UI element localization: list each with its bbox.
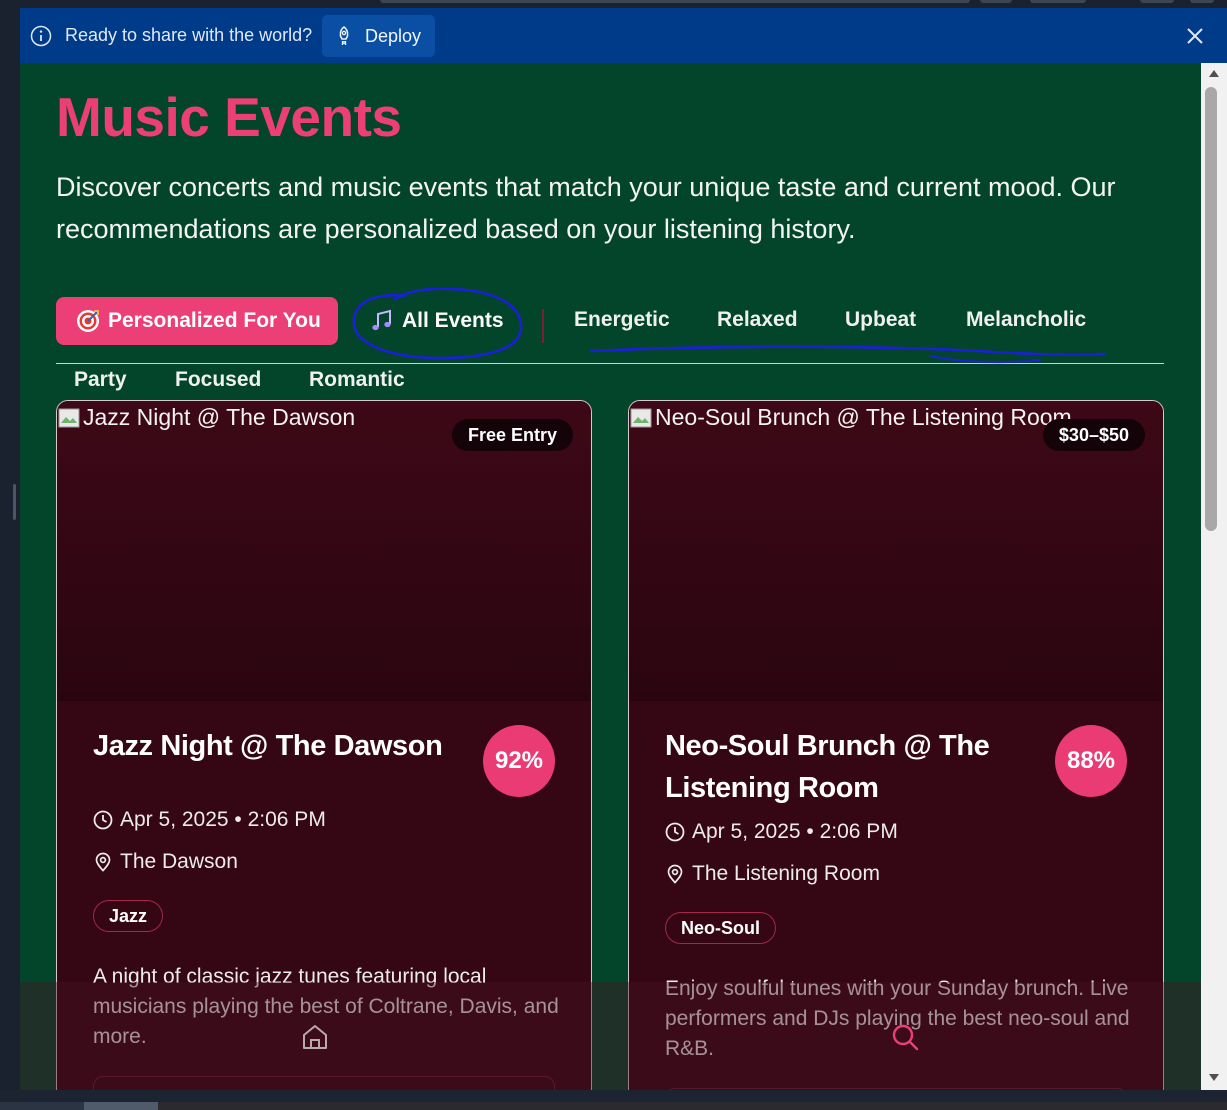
close-icon[interactable] (1186, 27, 1204, 45)
event-image: Jazz Night @ The Dawson Free Entry (57, 401, 591, 701)
match-score-badge: 88% (1055, 725, 1127, 797)
event-image-alt-text: Neo-Soul Brunch @ The Listening Room (655, 404, 1072, 430)
deploy-button[interactable]: Deploy (322, 15, 435, 57)
event-datetime: Apr 5, 2025 • 2:06 PM (93, 808, 326, 832)
filter-personalized-button[interactable]: Personalized For You (56, 297, 338, 345)
clock-icon (93, 810, 113, 830)
event-venue: The Listening Room (665, 862, 880, 886)
price-badge: Free Entry (451, 419, 573, 451)
taskbar-edge (0, 1090, 1227, 1110)
event-image: Neo-Soul Brunch @ The Listening Room $30… (629, 401, 1163, 701)
scrollbar-thumb[interactable] (1205, 87, 1217, 531)
event-title: Jazz Night @ The Dawson (93, 730, 443, 762)
filter-all-events-button[interactable]: All Events (366, 297, 516, 345)
mood-focused[interactable]: Focused (175, 368, 261, 392)
home-icon[interactable] (300, 1022, 330, 1052)
info-icon (30, 25, 52, 47)
event-venue-text: The Dawson (120, 850, 238, 873)
event-venue: The Dawson (93, 850, 238, 874)
vertical-scrollbar[interactable] (1201, 63, 1227, 1090)
mood-romantic[interactable]: Romantic (309, 368, 405, 392)
scroll-up-arrow-icon[interactable] (1208, 69, 1220, 78)
deploy-banner: Ready to share with the world? Deploy (20, 8, 1227, 63)
bottom-nav (20, 982, 1201, 1090)
filter-all-events-label: All Events (402, 309, 504, 332)
location-pin-icon (667, 864, 683, 884)
location-pin-icon (95, 852, 111, 872)
event-image-alt-text: Jazz Night @ The Dawson (83, 404, 356, 430)
clock-icon (665, 822, 685, 842)
main-content: Music Events Discover concerts and music… (20, 63, 1201, 1090)
mood-upbeat[interactable]: Upbeat (845, 308, 916, 332)
rocket-icon (339, 26, 349, 45)
side-panel-edge (0, 0, 20, 1110)
page-title: Music Events (56, 86, 402, 148)
resize-handle[interactable] (13, 484, 16, 520)
filter-personalized-label: Personalized For You (108, 309, 321, 332)
page-intro: Discover concerts and music events that … (56, 172, 1116, 244)
genre-tag: Neo-Soul (665, 912, 776, 944)
filter-bar-divider (56, 363, 1164, 364)
mood-relaxed[interactable]: Relaxed (717, 308, 798, 332)
deploy-label: Deploy (365, 25, 422, 46)
mood-energetic[interactable]: Energetic (574, 308, 670, 332)
event-datetime-text: Apr 5, 2025 • 2:06 PM (692, 820, 898, 843)
app-window: Ready to share with the world? Deploy Mu… (0, 0, 1227, 1110)
filter-divider (542, 309, 544, 343)
match-score-badge: 92% (483, 725, 555, 797)
top-edge (0, 0, 1227, 8)
search-icon[interactable] (890, 1022, 920, 1052)
scroll-down-arrow-icon[interactable] (1208, 1073, 1220, 1082)
target-icon (77, 310, 99, 332)
event-title: Neo-Soul Brunch @ The Listening Room (665, 730, 990, 804)
event-datetime-text: Apr 5, 2025 • 2:06 PM (120, 808, 326, 831)
genre-tag: Jazz (93, 900, 164, 932)
price-badge: $30–$50 (1042, 419, 1145, 451)
mood-melancholic[interactable]: Melancholic (966, 308, 1086, 332)
broken-image-icon (630, 408, 652, 427)
event-datetime: Apr 5, 2025 • 2:06 PM (665, 820, 898, 844)
banner-message: Ready to share with the world? (65, 25, 313, 45)
broken-image-icon (58, 408, 80, 427)
event-venue-text: The Listening Room (692, 862, 880, 885)
mood-party[interactable]: Party (74, 368, 127, 392)
music-notes-icon (372, 309, 391, 331)
